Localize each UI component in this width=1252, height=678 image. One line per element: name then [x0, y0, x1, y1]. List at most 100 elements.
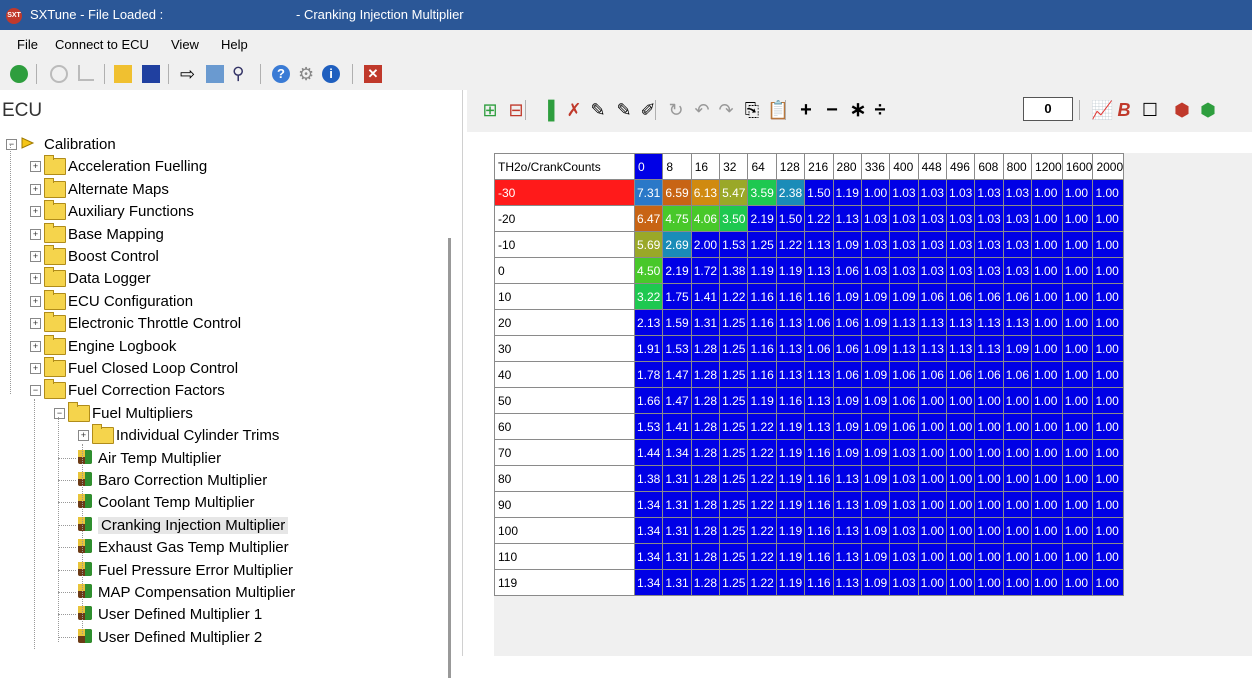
- tree-item[interactable]: Fuel Pressure Error Multiplier: [0, 560, 440, 582]
- table-cell[interactable]: 1.28: [690, 361, 721, 388]
- table-cell[interactable]: 1.28: [690, 517, 721, 544]
- table-cell[interactable]: 1.09: [860, 491, 891, 518]
- column-header[interactable]: 448: [917, 153, 947, 180]
- table-cell[interactable]: 1.53: [719, 231, 749, 258]
- collapse-icon[interactable]: −: [6, 139, 17, 150]
- table-cell[interactable]: 1.00: [1031, 465, 1063, 492]
- table-cell[interactable]: 1.00: [1031, 335, 1063, 362]
- table-cell[interactable]: 1.25: [747, 231, 777, 258]
- tree-item[interactable]: + Auxiliary Functions: [0, 200, 440, 223]
- table-cell[interactable]: 1.13: [804, 387, 834, 414]
- table-cell[interactable]: 1.03: [889, 491, 919, 518]
- collapse-icon[interactable]: −: [54, 407, 65, 419]
- close-icon[interactable]: ✕: [364, 65, 382, 83]
- table-cell[interactable]: 4.06: [690, 205, 721, 232]
- table-cell[interactable]: 1.00: [1031, 543, 1063, 570]
- table-cell[interactable]: 1.03: [917, 257, 947, 284]
- table-cell[interactable]: 1.00: [1061, 179, 1094, 206]
- table-cell[interactable]: 1.00: [1061, 387, 1094, 414]
- table-cell[interactable]: 1.00: [1092, 309, 1125, 336]
- table-cell[interactable]: 1.06: [974, 283, 1004, 310]
- expand-icon[interactable]: +: [78, 430, 89, 442]
- tree-item[interactable]: Coolant Temp Multiplier: [0, 492, 440, 514]
- table-cell[interactable]: 1.09: [832, 283, 862, 310]
- table-cell[interactable]: 1.00: [917, 543, 947, 570]
- table-cell[interactable]: 1.03: [945, 231, 976, 258]
- table-cell[interactable]: 1.22: [747, 491, 777, 518]
- table-cell[interactable]: 1.06: [889, 413, 919, 440]
- table-cell[interactable]: 1.13: [832, 465, 862, 492]
- checkbox-icon[interactable]: ☐: [1141, 101, 1159, 119]
- tree-item[interactable]: + Acceleration Fuelling: [0, 155, 440, 178]
- collapse-icon[interactable]: −: [30, 385, 41, 397]
- table-cell[interactable]: 1.00: [1092, 231, 1125, 258]
- table-cell[interactable]: 1.03: [889, 205, 919, 232]
- table-cell[interactable]: 1.34: [633, 569, 664, 596]
- table-cell[interactable]: 1.09: [860, 283, 891, 310]
- expand-icon[interactable]: +: [30, 340, 41, 352]
- table-cell[interactable]: 1.03: [974, 205, 1004, 232]
- table-cell[interactable]: 1.00: [1031, 569, 1063, 596]
- table-cell[interactable]: 1.06: [1002, 361, 1033, 388]
- table-cell[interactable]: 1.00: [1002, 569, 1033, 596]
- table-cell[interactable]: 1.13: [832, 517, 862, 544]
- expand-icon[interactable]: +: [30, 251, 41, 262]
- table-cell[interactable]: 1.00: [917, 517, 947, 544]
- table-cell[interactable]: 1.28: [690, 439, 721, 466]
- tree-item[interactable]: MAP Compensation Multiplier: [0, 582, 440, 604]
- table-cell[interactable]: 1.22: [747, 543, 777, 570]
- table-cell[interactable]: 1.00: [945, 517, 976, 544]
- table-cell[interactable]: 1.00: [917, 387, 947, 414]
- table-cell[interactable]: 1.00: [1092, 361, 1125, 388]
- table-cell[interactable]: 1.38: [719, 257, 749, 284]
- table-cell[interactable]: 1.31: [662, 465, 692, 492]
- tree-item[interactable]: + Fuel Closed Loop Control: [0, 357, 440, 380]
- table-cell[interactable]: 1.16: [747, 361, 777, 388]
- table-cell[interactable]: 1.00: [1031, 517, 1063, 544]
- column-header[interactable]: 336: [860, 153, 891, 180]
- table-cell[interactable]: 1.00: [1061, 439, 1094, 466]
- row-header[interactable]: 50: [494, 387, 635, 414]
- table-cell[interactable]: 2.00: [690, 231, 721, 258]
- table-cell[interactable]: 1.28: [690, 413, 721, 440]
- table-cell[interactable]: 1.91: [633, 335, 664, 362]
- table-cell[interactable]: 1.25: [719, 439, 749, 466]
- table-cell[interactable]: 1.06: [889, 387, 919, 414]
- table-cell[interactable]: 1.06: [832, 309, 862, 336]
- table-cell[interactable]: 1.31: [662, 569, 692, 596]
- insert-row-icon[interactable]: ⊞: [481, 101, 499, 119]
- tree-item[interactable]: Baro Correction Multiplier: [0, 470, 440, 492]
- table-cell[interactable]: 1.13: [889, 335, 919, 362]
- tree-item[interactable]: + Boost Control: [0, 245, 440, 268]
- column-header[interactable]: 608: [974, 153, 1004, 180]
- table-cell[interactable]: 1.16: [804, 517, 834, 544]
- table-cell[interactable]: 1.25: [719, 543, 749, 570]
- table-cell[interactable]: 1.44: [633, 439, 664, 466]
- table-cell[interactable]: 1.09: [860, 543, 891, 570]
- edit-icon[interactable]: ✎: [589, 101, 607, 119]
- table-cell[interactable]: 1.03: [1002, 231, 1033, 258]
- table-cell[interactable]: 1.00: [945, 569, 976, 596]
- table-cell[interactable]: 4.75: [662, 205, 692, 232]
- expand-icon[interactable]: +: [30, 228, 41, 240]
- table-cell[interactable]: 1.00: [945, 543, 976, 570]
- table-cell[interactable]: 1.00: [974, 569, 1004, 596]
- table-cell[interactable]: 1.03: [945, 205, 976, 232]
- table-cell[interactable]: 1.28: [690, 465, 721, 492]
- redo-icon[interactable]: ↷: [717, 101, 735, 119]
- table-cell[interactable]: 1.00: [1092, 491, 1125, 518]
- table-cell[interactable]: 1.53: [633, 413, 664, 440]
- expand-icon[interactable]: +: [30, 318, 41, 330]
- menu-connect-to-ecu[interactable]: Connect to ECU: [55, 37, 149, 52]
- column-header[interactable]: 64: [747, 153, 777, 180]
- open-folder-icon[interactable]: [114, 65, 132, 83]
- table-cell[interactable]: 1.00: [1061, 335, 1094, 362]
- info-icon[interactable]: i: [322, 65, 340, 83]
- expand-icon[interactable]: +: [30, 206, 41, 218]
- table-cell[interactable]: 1.16: [804, 465, 834, 492]
- tree-item[interactable]: Cranking Injection Multiplier: [0, 515, 440, 537]
- table-cell[interactable]: 1.28: [690, 335, 721, 362]
- table-cell[interactable]: 1.19: [832, 179, 862, 206]
- column-header[interactable]: 1600: [1061, 153, 1094, 180]
- cube-red-icon[interactable]: ⬢: [1173, 101, 1191, 119]
